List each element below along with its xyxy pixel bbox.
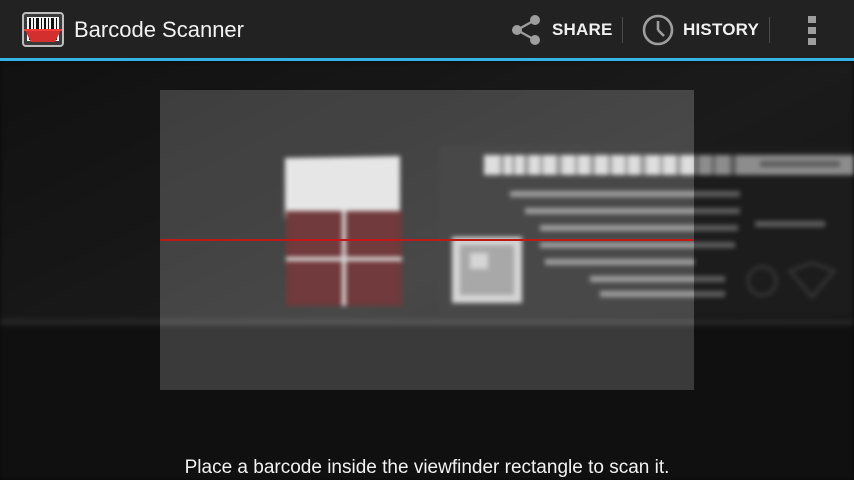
share-button[interactable]: SHARE bbox=[508, 10, 613, 50]
barcode-app-icon[interactable] bbox=[22, 12, 64, 50]
scan-laser-line bbox=[160, 239, 694, 241]
history-label: HISTORY bbox=[683, 20, 760, 39]
action-divider bbox=[622, 17, 623, 43]
share-label: SHARE bbox=[552, 20, 613, 39]
viewfinder-mask bbox=[0, 90, 160, 390]
overflow-menu-icon[interactable] bbox=[796, 12, 828, 48]
viewfinder-mask bbox=[0, 61, 854, 90]
action-divider bbox=[769, 17, 770, 43]
status-text: Place a barcode inside the viewfinder re… bbox=[184, 457, 670, 478]
share-icon bbox=[512, 15, 540, 45]
app-title: Barcode Scanner bbox=[74, 17, 244, 42]
action-bar: Barcode Scanner SHARE HISTORY bbox=[0, 0, 854, 58]
clock-icon bbox=[642, 14, 674, 46]
history-button[interactable]: HISTORY bbox=[641, 10, 759, 50]
viewfinder-mask bbox=[694, 90, 854, 390]
camera-preview: Place a barcode inside the viewfinder re… bbox=[0, 61, 854, 480]
